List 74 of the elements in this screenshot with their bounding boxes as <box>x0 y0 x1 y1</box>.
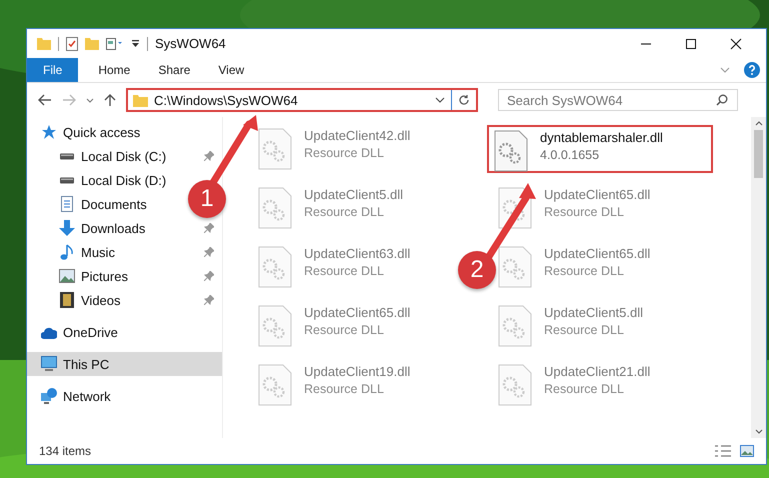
maximize-icon[interactable] <box>685 38 697 50</box>
sidebar-item[interactable]: Quick access <box>41 120 140 144</box>
item-count: 134 items <box>39 444 92 458</box>
file-name[interactable]: UpdateClient21.dll <box>544 364 650 379</box>
file-detail: Resource DLL <box>544 205 625 219</box>
disk-drive-icon <box>59 176 75 184</box>
folder-icon <box>85 37 99 50</box>
window-title: SysWOW64 <box>155 36 226 51</box>
disk-drive-icon <box>59 152 75 160</box>
pc-icon <box>41 356 57 372</box>
close-icon[interactable] <box>730 38 742 50</box>
file-detail: Resource DLL <box>304 264 385 278</box>
file-name[interactable]: UpdateClient19.dll <box>304 364 410 379</box>
ribbon-tab[interactable]: Share <box>144 58 204 82</box>
file-name[interactable]: UpdateClient42.dll <box>304 128 410 143</box>
search-icon <box>716 94 728 106</box>
file-detail: Resource DLL <box>304 382 385 396</box>
folder-icon <box>133 94 148 106</box>
scrollbar[interactable] <box>751 117 766 438</box>
star-icon <box>41 124 57 140</box>
sidebar-item[interactable]: Pictures <box>59 264 128 288</box>
scroll-down-icon[interactable] <box>754 429 762 434</box>
file-name[interactable]: dyntablemarshaler.dll <box>540 130 663 145</box>
dll-file-icon[interactable] <box>494 130 528 172</box>
sidebar-item[interactable]: Network <box>41 384 111 408</box>
sidebar-item[interactable]: Local Disk (D:) <box>59 168 166 192</box>
sidebar-item[interactable]: Music <box>59 240 115 264</box>
file-name[interactable]: UpdateClient65.dll <box>544 187 650 202</box>
file-name[interactable]: UpdateClient5.dll <box>304 187 404 202</box>
file-detail: 4.0.0.1655 <box>540 148 600 162</box>
sidebar-item[interactable]: This PC <box>27 352 222 376</box>
file-detail: Resource DLL <box>544 264 625 278</box>
file-name[interactable]: UpdateClient65.dll <box>544 246 650 261</box>
chevron-down-icon[interactable] <box>435 97 445 103</box>
doc-icon <box>59 196 75 212</box>
scroll-up-icon[interactable] <box>754 121 762 126</box>
pictures-icon <box>59 268 75 284</box>
file-detail: Resource DLL <box>304 323 385 337</box>
file-name[interactable]: UpdateClient63.dll <box>304 246 410 261</box>
ribbon-tab[interactable]: View <box>204 58 258 82</box>
file-name[interactable]: UpdateClient65.dll <box>304 305 410 320</box>
folder-icon <box>37 37 51 50</box>
sidebar-item[interactable]: Documents <box>59 192 147 216</box>
refresh-icon[interactable] <box>458 94 470 106</box>
videos-icon <box>59 292 75 308</box>
network-icon <box>41 388 57 404</box>
sidebar-item[interactable]: Videos <box>59 288 121 312</box>
minimize-icon[interactable] <box>640 42 652 44</box>
up-arrow-icon[interactable] <box>104 93 116 107</box>
properties-icon <box>106 38 124 50</box>
dll-file-icon[interactable] <box>498 187 532 229</box>
sidebar-item[interactable]: Local Disk (C:) <box>59 144 166 168</box>
help-icon[interactable] <box>744 62 760 78</box>
music-icon <box>59 244 75 260</box>
ribbon-tab[interactable]: File <box>27 58 78 82</box>
file-name[interactable]: UpdateClient5.dll <box>544 305 644 320</box>
checklist-icon <box>66 36 78 50</box>
search-field[interactable]: Search SysWOW64 <box>498 89 738 111</box>
address-path: C:\Windows\SysWOW64 <box>154 92 299 108</box>
sidebar-item[interactable]: Downloads <box>59 216 146 240</box>
file-detail: Resource DLL <box>304 205 385 219</box>
details-view-icon[interactable] <box>714 445 732 457</box>
ribbon-tab[interactable]: Home <box>84 58 144 82</box>
scroll-thumb[interactable] <box>754 130 763 178</box>
file-detail: Resource DLL <box>544 382 625 396</box>
chevron-down-icon[interactable] <box>86 98 94 102</box>
file-detail: Resource DLL <box>304 146 385 160</box>
back-arrow-icon[interactable] <box>38 94 52 106</box>
download-icon <box>59 220 75 236</box>
file-detail: Resource DLL <box>544 323 625 337</box>
dropdown-icon[interactable] <box>131 40 140 48</box>
address-bar[interactable]: C:\Windows\SysWOW64 <box>126 88 478 112</box>
sidebar-item[interactable]: OneDrive <box>41 320 118 344</box>
large-icons-view-icon[interactable] <box>740 445 754 457</box>
